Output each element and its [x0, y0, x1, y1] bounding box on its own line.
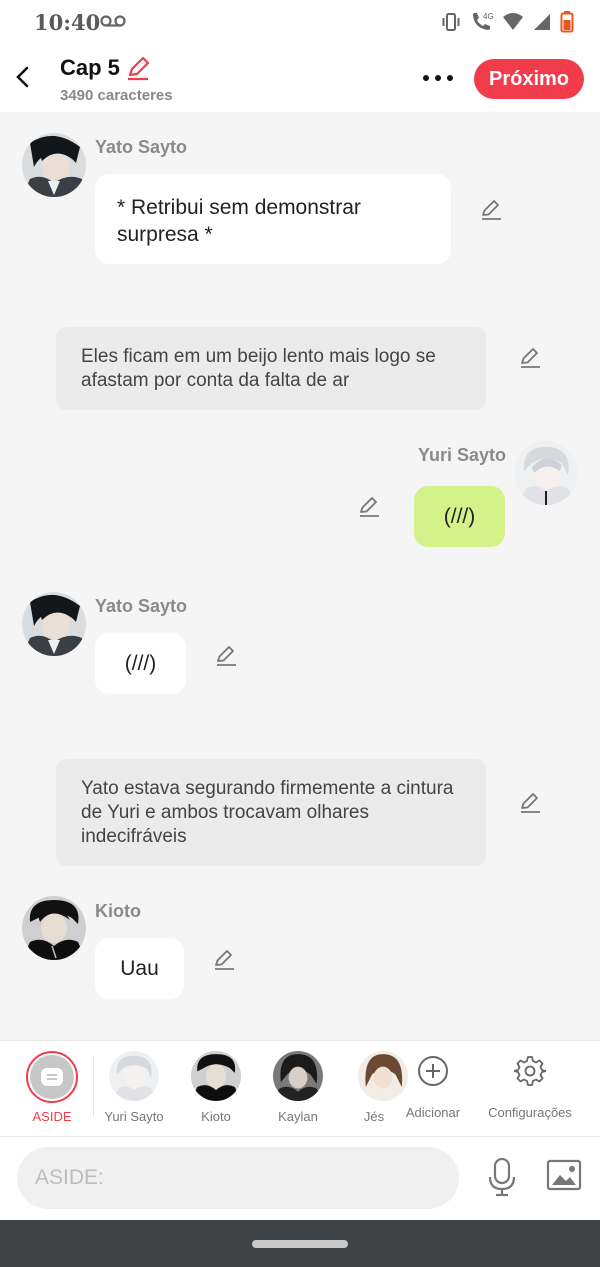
- chapter-header: Cap 5 3490 caracteres Próximo: [0, 44, 600, 112]
- character-kaylan[interactable]: Kaylan: [258, 1051, 338, 1124]
- narration-block[interactable]: Eles ficam em um beijo lento mais logo s…: [56, 327, 486, 410]
- character-label: Yuri Sayto: [104, 1109, 164, 1124]
- character-label: ASIDE: [32, 1109, 72, 1124]
- character-yuri-sayto[interactable]: Yuri Sayto: [94, 1051, 174, 1124]
- status-bar: 10:40 4G: [0, 0, 600, 44]
- character-selector: ASIDE Yuri Sayto Kioto Kaylan Jés Adicio…: [0, 1040, 600, 1136]
- message-text: Uau: [120, 957, 159, 980]
- settings-label: Configurações: [488, 1105, 572, 1120]
- status-time: 10:40: [34, 10, 101, 35]
- message-text: (///): [443, 505, 476, 528]
- message-bubble[interactable]: * Retribui sem demonstrar surpresa *: [95, 174, 451, 264]
- add-character-button[interactable]: Adicionar: [393, 1051, 473, 1120]
- chapter-title[interactable]: Cap 5: [60, 55, 120, 81]
- edit-message-icon[interactable]: [479, 198, 503, 222]
- image-icon[interactable]: [546, 1159, 582, 1191]
- avatar-yuri-sayto[interactable]: [514, 441, 578, 505]
- edit-message-icon[interactable]: [357, 495, 381, 519]
- edit-message-icon[interactable]: [212, 948, 236, 972]
- voicemail-icon: [100, 15, 126, 27]
- edit-narration-icon[interactable]: [518, 346, 542, 370]
- message-text: (///): [124, 652, 157, 675]
- back-arrow-icon[interactable]: [12, 64, 36, 90]
- message-bubble[interactable]: (///): [95, 633, 186, 694]
- chat-area[interactable]: Yato Sayto * Retribui sem demonstrar sur…: [0, 112, 600, 1040]
- message-bubble[interactable]: Uau: [95, 938, 184, 999]
- sender-name: Kioto: [95, 901, 141, 921]
- edit-message-icon[interactable]: [214, 644, 238, 668]
- sender-name: Yuri Sayto: [418, 445, 507, 465]
- message-bubble[interactable]: (///): [414, 486, 505, 547]
- call-4g-icon: 4G: [473, 12, 494, 30]
- character-label: Kaylan: [278, 1109, 318, 1124]
- character-aside[interactable]: ASIDE: [12, 1051, 92, 1124]
- gear-icon: [514, 1056, 546, 1086]
- svg-text:4G: 4G: [483, 12, 494, 21]
- wifi-icon: [503, 13, 523, 30]
- character-kioto[interactable]: Kioto: [176, 1051, 256, 1124]
- avatar-kioto[interactable]: [22, 896, 86, 960]
- battery-icon: [560, 11, 574, 33]
- narration-icon: [41, 1068, 63, 1086]
- more-options-icon[interactable]: [420, 68, 456, 88]
- character-label: Kioto: [201, 1109, 231, 1124]
- avatar-yato-sayto[interactable]: [22, 592, 86, 656]
- narration-text: Yato estava segurando firmemente a cintu…: [81, 778, 454, 847]
- edit-title-icon[interactable]: [125, 55, 151, 81]
- message-input-container: [17, 1147, 459, 1209]
- sender-name: Yato Sayto: [95, 596, 188, 616]
- signal-icon: [534, 14, 550, 30]
- avatar-yato-sayto[interactable]: [22, 133, 86, 197]
- home-handle[interactable]: [252, 1240, 348, 1248]
- vibrate-icon: [442, 13, 460, 31]
- message-input[interactable]: [17, 1147, 459, 1209]
- narration-text: Eles ficam em um beijo lento mais logo s…: [81, 346, 436, 391]
- next-button[interactable]: Próximo: [474, 59, 584, 99]
- settings-button[interactable]: Configurações: [480, 1051, 580, 1120]
- composer-bar: [0, 1136, 600, 1220]
- add-label: Adicionar: [405, 1105, 461, 1120]
- character-count: 3490 caracteres: [60, 87, 173, 104]
- microphone-icon[interactable]: [486, 1157, 518, 1199]
- add-icon: [418, 1056, 448, 1086]
- sender-name: Yato Sayto: [95, 137, 188, 157]
- edit-narration-icon[interactable]: [518, 791, 542, 815]
- message-text: * Retribui sem demonstrar surpresa *: [117, 196, 361, 246]
- narration-block[interactable]: Yato estava segurando firmemente a cintu…: [56, 759, 486, 866]
- system-nav-bar: [0, 1220, 600, 1267]
